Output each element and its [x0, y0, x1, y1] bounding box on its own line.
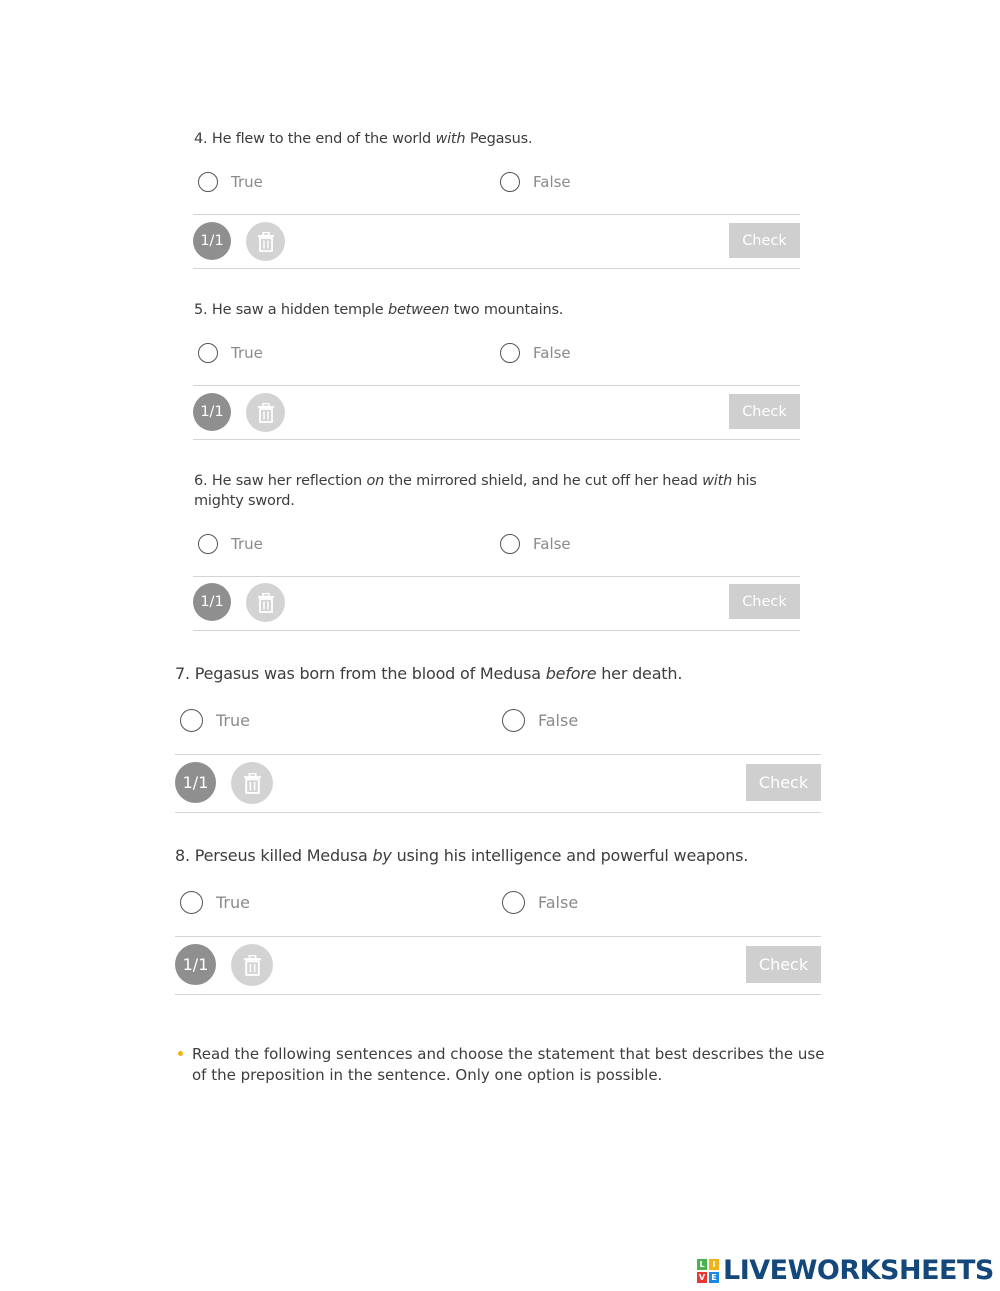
score-badge: 1/1: [175, 762, 216, 803]
option-label: False: [538, 893, 579, 912]
radio-button[interactable]: [180, 891, 203, 914]
false-option[interactable]: False: [502, 891, 578, 914]
radio-button[interactable]: [180, 709, 203, 732]
delete-button[interactable]: [246, 393, 285, 432]
true-option[interactable]: True: [180, 891, 250, 914]
bullet-icon: [178, 1051, 183, 1056]
true-option[interactable]: True: [180, 709, 250, 732]
check-button[interactable]: Check: [746, 946, 821, 983]
score-badge: 1/1: [175, 944, 216, 985]
option-label: False: [538, 711, 579, 730]
check-button[interactable]: Check: [746, 764, 821, 801]
trash-icon: [243, 772, 261, 794]
option-label: False: [533, 173, 571, 191]
score-badge: 1/1: [193, 393, 231, 431]
false-option[interactable]: False: [502, 709, 578, 732]
liveworksheets-logo: L I V E LIVEWORKSHEETS: [697, 1255, 994, 1286]
instruction-text: Read the following sentences and choose …: [192, 1045, 825, 1084]
true-option[interactable]: True: [198, 534, 263, 554]
option-label: True: [216, 893, 250, 912]
radio-button[interactable]: [198, 343, 218, 363]
trash-icon: [243, 954, 261, 976]
false-option[interactable]: False: [500, 343, 571, 363]
trash-icon: [257, 402, 274, 423]
option-label: True: [231, 173, 263, 191]
score-badge: 1/1: [193, 222, 231, 260]
option-label: False: [533, 344, 571, 362]
radio-button[interactable]: [500, 343, 520, 363]
option-label: True: [216, 711, 250, 730]
delete-button[interactable]: [246, 583, 285, 622]
trash-icon: [257, 231, 274, 252]
option-label: True: [231, 535, 263, 553]
question-text: 8. Perseus killed Medusa by using his in…: [175, 846, 749, 865]
question-text: 5. He saw a hidden temple between two mo…: [194, 302, 564, 318]
question-text: 7. Pegasus was born from the blood of Me…: [175, 664, 683, 683]
option-label: False: [533, 535, 571, 553]
true-option[interactable]: True: [198, 172, 263, 192]
radio-button[interactable]: [500, 172, 520, 192]
radio-button[interactable]: [502, 891, 525, 914]
check-button[interactable]: Check: [729, 584, 800, 619]
question-text: 4. He flew to the end of the world with …: [194, 131, 533, 147]
score-badge: 1/1: [193, 583, 231, 621]
check-button[interactable]: Check: [729, 223, 800, 258]
radio-button[interactable]: [502, 709, 525, 732]
true-option[interactable]: True: [198, 343, 263, 363]
option-label: True: [231, 344, 263, 362]
check-button[interactable]: Check: [729, 394, 800, 429]
logo-text: LIVEWORKSHEETS: [723, 1255, 994, 1286]
radio-button[interactable]: [198, 172, 218, 192]
logo-blocks-icon: L I V E: [697, 1258, 719, 1283]
false-option[interactable]: False: [500, 172, 571, 192]
delete-button[interactable]: [231, 762, 273, 804]
radio-button[interactable]: [500, 534, 520, 554]
delete-button[interactable]: [246, 222, 285, 261]
question-text: 6. He saw her reflection on the mirrored…: [194, 473, 757, 509]
radio-button[interactable]: [198, 534, 218, 554]
trash-icon: [257, 592, 274, 613]
false-option[interactable]: False: [500, 534, 571, 554]
delete-button[interactable]: [231, 944, 273, 986]
